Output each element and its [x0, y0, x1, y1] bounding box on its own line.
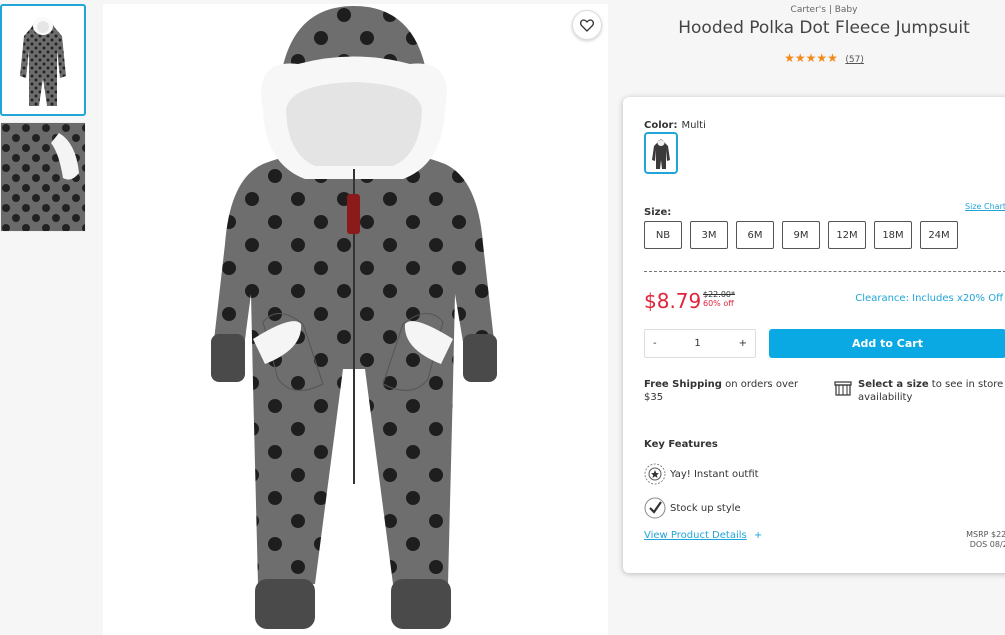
- sale-price: $8.79: [644, 289, 702, 313]
- thumbnail-detail[interactable]: [0, 122, 86, 232]
- brand-label[interactable]: Carter's | Baby: [624, 5, 1005, 15]
- original-price: $22.00*: [703, 290, 735, 299]
- color-label: Color:: [644, 120, 678, 131]
- msrp-info: MSRP $22.00* DOS 08/2019: [966, 530, 1005, 550]
- plus-icon: +: [753, 530, 763, 541]
- heart-icon: [580, 18, 594, 32]
- view-details-link[interactable]: View Product Details +: [644, 530, 762, 541]
- discount-percent: 60% off: [703, 299, 734, 308]
- store-text: Select a size to see in store availabili…: [834, 378, 1005, 404]
- feature-label: Stock up style: [670, 502, 741, 514]
- price-divider: [644, 271, 1005, 272]
- dos-line: DOS 08/2019: [969, 540, 1005, 549]
- size-option-6m[interactable]: 6M: [736, 221, 774, 249]
- quantity-value[interactable]: 1: [694, 338, 700, 349]
- size-header: Size: Size Chart: [644, 200, 1005, 219]
- shipping-bold: Free Shipping: [644, 379, 722, 390]
- key-features-heading: Key Features: [644, 439, 718, 450]
- color-selector: Color: Multi: [644, 113, 706, 132]
- thumbnail-strip: [0, 4, 88, 232]
- shipping-info: Free Shipping on orders over $35: [644, 378, 814, 404]
- color-value: Multi: [681, 120, 706, 131]
- size-option-18m[interactable]: 18M: [874, 221, 912, 249]
- feature-item: Stock up style: [644, 497, 741, 519]
- add-to-cart-button[interactable]: Add to Cart: [769, 329, 1005, 358]
- quantity-increase-button[interactable]: +: [739, 338, 747, 349]
- feature-label: Yay! Instant outfit: [670, 468, 759, 480]
- store-availability[interactable]: Select a size to see in store availabili…: [834, 378, 1005, 404]
- msrp-line: MSRP $22.00*: [966, 530, 1005, 539]
- color-swatch-multi[interactable]: [644, 132, 678, 174]
- checkmark-badge-icon: [644, 497, 666, 519]
- clearance-note: Clearance: Includes x20% Off: [855, 293, 1003, 304]
- jumpsuit-illustration: [211, 6, 497, 629]
- size-option-3m[interactable]: 3M: [690, 221, 728, 249]
- size-chart-link[interactable]: Size Chart: [965, 202, 1005, 211]
- star-badge-icon: [644, 463, 666, 485]
- rating-stars: ★★★★★: [784, 51, 838, 65]
- product-title: Hooded Polka Dot Fleece Jumpsuit: [678, 18, 970, 38]
- quantity-stepper: - 1 +: [644, 329, 756, 358]
- store-bold: Select a size: [858, 379, 929, 390]
- purchase-panel: Color: Multi Size: Size Chart NB 3M 6M 9M…: [623, 97, 1005, 573]
- store-icon: [834, 381, 852, 396]
- size-option-9m[interactable]: 9M: [782, 221, 820, 249]
- feature-item: Yay! Instant outfit: [644, 463, 759, 485]
- favorite-button[interactable]: [572, 10, 602, 40]
- size-option-24m[interactable]: 24M: [920, 221, 958, 249]
- main-product-image: [103, 4, 608, 635]
- review-count-link[interactable]: (57): [845, 55, 863, 65]
- size-label: Size:: [644, 207, 672, 218]
- thumbnail-front[interactable]: [0, 4, 86, 116]
- size-options: NB 3M 6M 9M 12M 18M 24M: [644, 221, 958, 249]
- quantity-decrease-button[interactable]: -: [653, 338, 657, 349]
- rating[interactable]: ★★★★★ (57): [624, 51, 1005, 65]
- product-page: Carter's | Baby Hooded Polka Dot Fleece …: [0, 0, 1005, 635]
- view-details-label[interactable]: View Product Details: [644, 530, 747, 541]
- swatch-image: [652, 139, 670, 169]
- size-option-nb[interactable]: NB: [644, 221, 682, 249]
- size-option-12m[interactable]: 12M: [828, 221, 866, 249]
